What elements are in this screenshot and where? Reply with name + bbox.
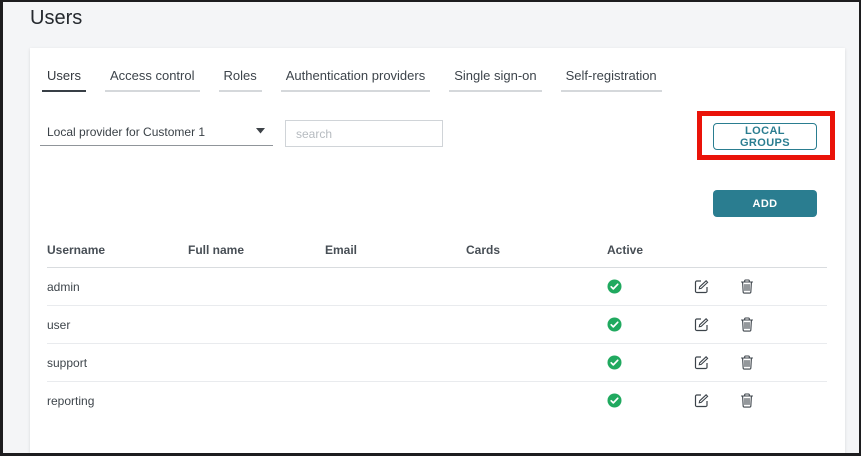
cell-username: admin <box>47 279 80 294</box>
local-groups-button[interactable]: LOCAL GROUPS <box>713 123 817 150</box>
active-status-cell <box>607 355 683 370</box>
tab-single-sign-on[interactable]: Single sign-on <box>449 68 542 92</box>
provider-select[interactable]: Local provider for Customer 1 <box>40 118 273 146</box>
cell-username: reporting <box>47 393 95 408</box>
check-circle-icon <box>607 279 622 294</box>
active-status-cell <box>607 393 683 408</box>
active-status-cell <box>607 279 683 294</box>
page-title: Users <box>30 7 83 29</box>
edit-icon[interactable] <box>685 385 717 417</box>
trash-icon[interactable] <box>731 309 763 341</box>
tab-access-control[interactable]: Access control <box>104 68 200 92</box>
check-circle-icon <box>607 317 622 332</box>
add-button[interactable]: ADD <box>713 190 817 217</box>
edit-icon[interactable] <box>685 271 717 303</box>
table-header-row: Username Full name Email Cards Active <box>47 232 827 268</box>
trash-icon[interactable] <box>731 271 763 303</box>
users-admin-window: Users Users Access control Roles Authent… <box>0 0 861 456</box>
search-input[interactable] <box>285 120 443 147</box>
trash-icon[interactable] <box>731 385 763 417</box>
edit-icon[interactable] <box>685 347 717 379</box>
cell-username: support <box>47 355 88 370</box>
edit-icon[interactable] <box>685 309 717 341</box>
table-row: support <box>47 344 827 382</box>
table-row: admin <box>47 268 827 306</box>
check-circle-icon <box>607 393 622 408</box>
caret-down-icon <box>256 128 265 134</box>
column-header-username: Username <box>47 242 106 257</box>
tab-users[interactable]: Users <box>42 68 86 92</box>
table-row: user <box>47 306 827 344</box>
users-table: Username Full name Email Cards Active ad… <box>47 232 827 419</box>
column-header-full-name: Full name <box>188 242 245 257</box>
tab-authentication-providers[interactable]: Authentication providers <box>280 68 431 92</box>
users-card: Users Access control Roles Authenticatio… <box>30 48 845 453</box>
tab-bar: Users Access control Roles Authenticatio… <box>42 68 681 92</box>
tab-self-registration[interactable]: Self-registration <box>560 68 662 92</box>
cell-username: user <box>47 317 71 332</box>
trash-icon[interactable] <box>731 347 763 379</box>
check-circle-icon <box>607 355 622 370</box>
active-status-cell <box>607 317 683 332</box>
column-header-active: Active <box>607 242 644 257</box>
tab-roles[interactable]: Roles <box>218 68 262 92</box>
column-header-email: Email <box>325 242 358 257</box>
column-header-cards: Cards <box>466 242 501 257</box>
table-row: reporting <box>47 382 827 419</box>
provider-select-value: Local provider for Customer 1 <box>47 124 206 139</box>
